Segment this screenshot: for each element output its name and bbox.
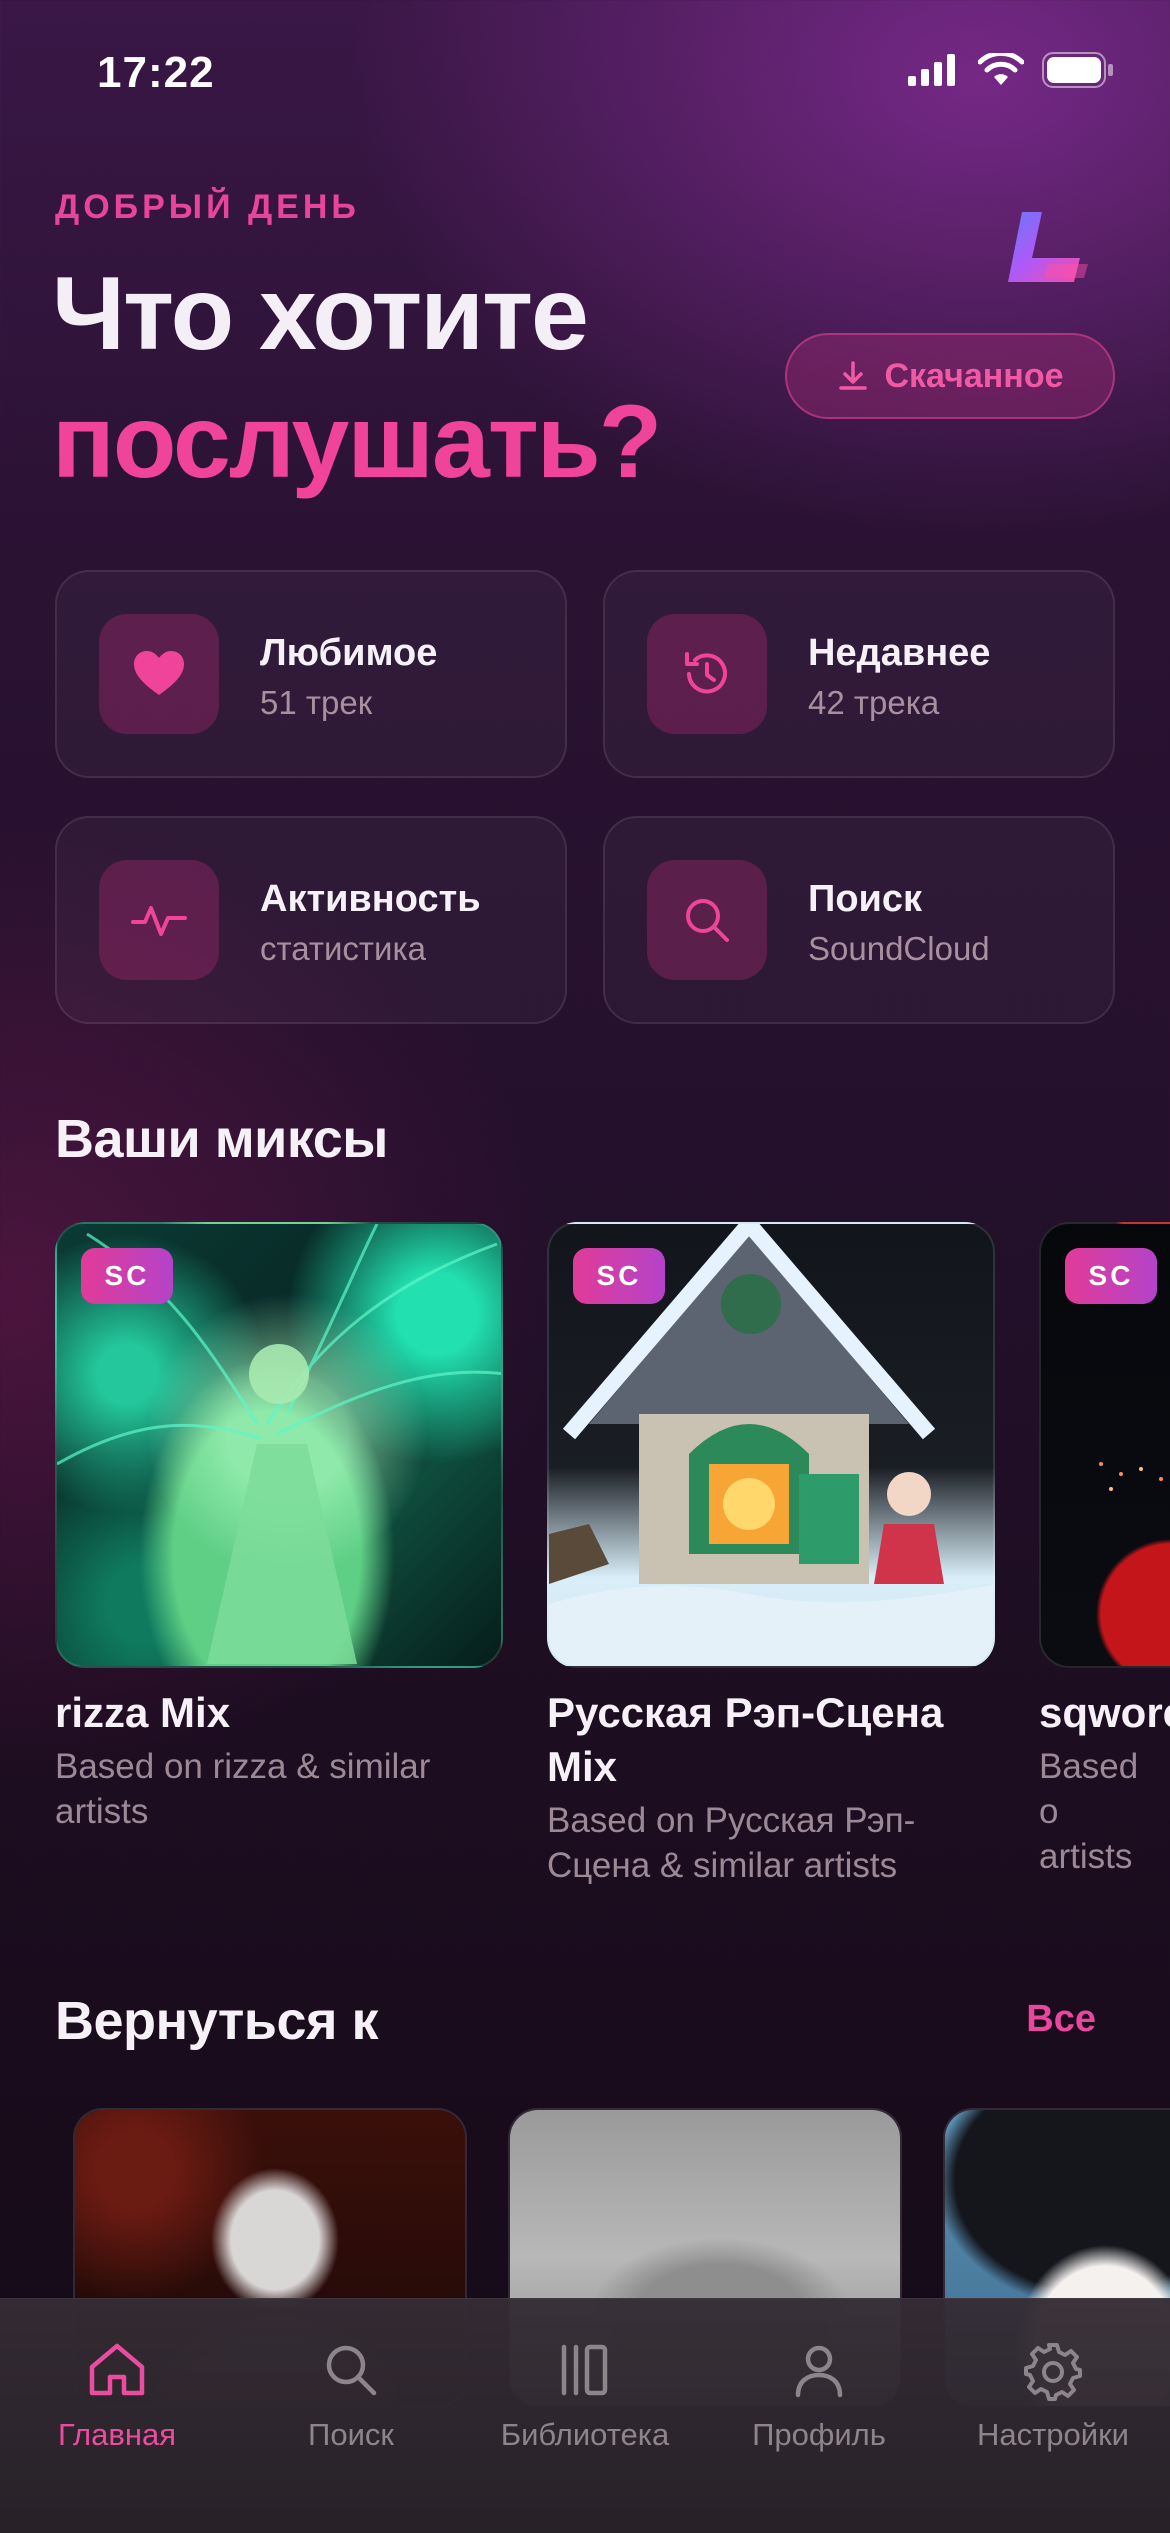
quick-card-subtitle: 51 трек bbox=[260, 684, 373, 721]
tab-label: Главная bbox=[58, 2417, 176, 2452]
recent-heading: Вернуться к bbox=[55, 1991, 379, 2051]
settings-icon bbox=[1024, 2343, 1082, 2401]
quick-card-subtitle: SoundCloud bbox=[808, 930, 990, 967]
download-icon bbox=[839, 361, 868, 390]
heart-icon bbox=[99, 614, 219, 734]
greeting-label: ДОБРЫЙ ДЕНЬ bbox=[55, 188, 360, 226]
mix-description: Based o artists bbox=[1039, 1747, 1139, 1876]
status-icons bbox=[908, 52, 1114, 88]
page-title-line2: послушать? bbox=[52, 384, 662, 500]
quick-card-subtitle: 42 трека bbox=[808, 684, 940, 721]
tab-settings[interactable]: Настройки bbox=[936, 2299, 1170, 2533]
mix-name: rizza Mix bbox=[55, 1689, 231, 1736]
tab-search[interactable]: Поиск bbox=[234, 2299, 468, 2533]
quick-card-recent[interactable]: Недавнее 42 трека bbox=[603, 570, 1115, 778]
battery-icon bbox=[1042, 52, 1113, 88]
mix-card[interactable]: SC rizza Mix Based on rizza & similar ar… bbox=[55, 1222, 503, 1834]
quick-card-favorites[interactable]: Любимое 51 трек bbox=[55, 570, 567, 778]
mix-name: sqwore bbox=[1039, 1689, 1170, 1736]
quick-card-title: Любимое bbox=[260, 632, 438, 674]
downloads-button-label: Скачанное bbox=[884, 356, 1064, 395]
page-title-line1: Что хотите bbox=[52, 256, 589, 372]
tab-home[interactable]: Главная bbox=[0, 2299, 234, 2533]
activity-icon bbox=[99, 860, 219, 980]
tab-profile[interactable]: Профиль bbox=[702, 2299, 936, 2533]
tab-bar: Главная Поиск Библиотека Профиль Настрой… bbox=[0, 2298, 1170, 2533]
home-icon bbox=[89, 2343, 145, 2396]
soundcloud-badge: SC bbox=[573, 1248, 665, 1304]
search-icon bbox=[326, 2345, 377, 2396]
soundcloud-badge: SC bbox=[1065, 1248, 1157, 1304]
mix-description: Based on Русская Рэп-Сцена & similar art… bbox=[547, 1801, 916, 1885]
wifi-icon bbox=[978, 53, 1024, 85]
see-all-link[interactable]: Все bbox=[1026, 1998, 1096, 2041]
app-logo-icon bbox=[1008, 212, 1088, 282]
mixes-heading: Ваши миксы bbox=[55, 1109, 388, 1169]
quick-card-title: Поиск bbox=[808, 878, 923, 920]
cellular-signal-icon bbox=[908, 54, 955, 86]
quick-card-subtitle: статистика bbox=[260, 930, 426, 967]
history-icon bbox=[647, 614, 767, 734]
quick-card-activity[interactable]: Активность статистика bbox=[55, 816, 567, 1024]
mix-card[interactable]: SC sqwore Based o artists bbox=[1039, 1222, 1170, 1879]
tab-label: Поиск bbox=[308, 2417, 394, 2452]
tab-library[interactable]: Библиотека bbox=[468, 2299, 702, 2533]
mix-description: Based on rizza & similar artists bbox=[55, 1747, 431, 1831]
mix-cover-image: SC bbox=[547, 1222, 995, 1668]
tab-label: Настройки bbox=[976, 2417, 1129, 2452]
quick-card-title: Активность bbox=[260, 878, 481, 920]
soundcloud-badge: SC bbox=[81, 1248, 173, 1304]
tab-label: Библиотека bbox=[500, 2417, 670, 2452]
downloads-button[interactable]: Скачанное bbox=[785, 333, 1115, 419]
search-icon bbox=[647, 860, 767, 980]
mix-card[interactable]: SC Русская Рэп-Сцена Mix Based on Русска… bbox=[547, 1222, 995, 1888]
profile-icon bbox=[795, 2345, 843, 2398]
tab-label: Профиль bbox=[752, 2417, 886, 2452]
mix-cover-image: SC bbox=[1039, 1222, 1170, 1668]
mix-cover-image: SC bbox=[55, 1222, 503, 1668]
quick-card-title: Недавнее bbox=[808, 632, 991, 674]
status-time: 17:22 bbox=[97, 48, 215, 97]
quick-card-search[interactable]: Поиск SoundCloud bbox=[603, 816, 1115, 1024]
mix-name: Русская Рэп-Сцена Mix bbox=[547, 1689, 944, 1790]
library-icon bbox=[561, 2344, 608, 2396]
